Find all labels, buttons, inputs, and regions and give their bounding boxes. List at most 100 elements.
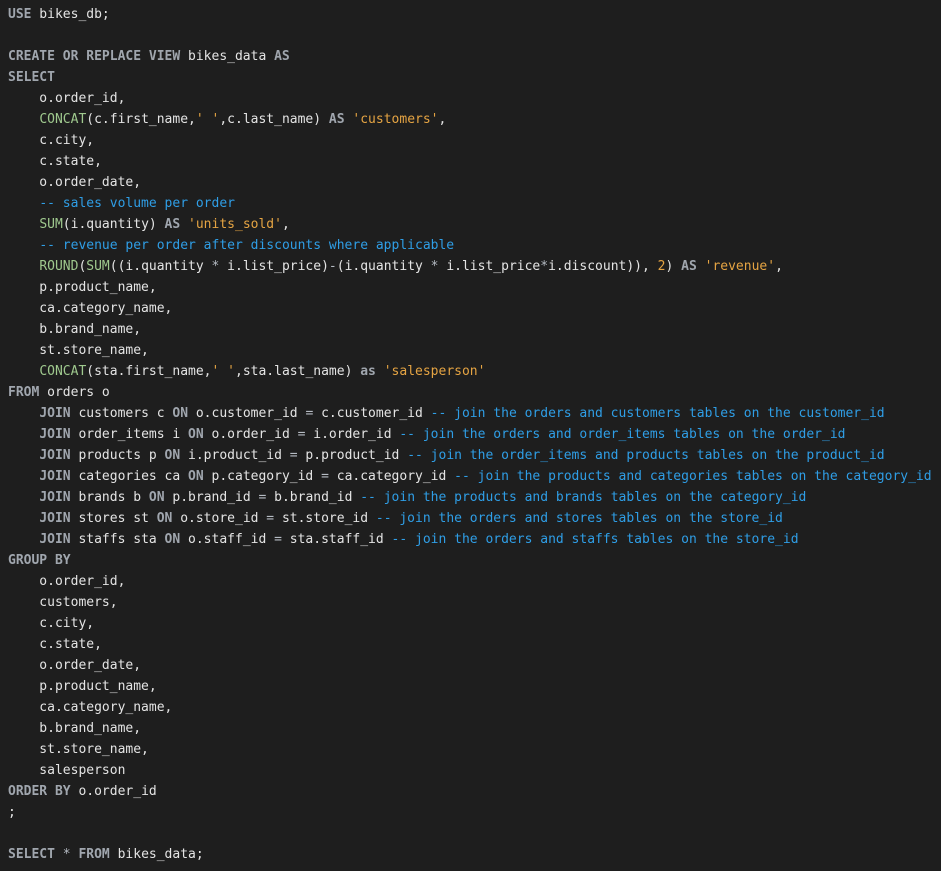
code-line[interactable]: ROUND(SUM((i.quantity * i.list_price)-(i…: [8, 256, 941, 277]
code-line[interactable]: c.state,: [8, 634, 941, 655]
code-line[interactable]: [8, 823, 941, 844]
code-line[interactable]: FROM orders o: [8, 382, 941, 403]
code-line[interactable]: c.city,: [8, 130, 941, 151]
token-code-text: i.product_id: [180, 448, 290, 463]
code-line[interactable]: ca.category_name,: [8, 697, 941, 718]
code-line[interactable]: JOIN order_items i ON o.order_id = i.ord…: [8, 424, 941, 445]
token-code-text: [8, 427, 39, 442]
token-code-text: o.order_date,: [8, 175, 142, 190]
code-line[interactable]: customers,: [8, 592, 941, 613]
token-keyword: SELECT: [8, 70, 55, 85]
token-code-text: o.order_date,: [8, 658, 142, 673]
token-code-text: p.product_name,: [8, 679, 157, 694]
token-operator: =: [266, 511, 275, 526]
code-line[interactable]: SUM(i.quantity) AS 'units_sold',: [8, 214, 941, 235]
token-comment: -- join the order_items and products tab…: [407, 448, 885, 463]
token-code-text: categories ca: [70, 469, 189, 484]
token-code-text: ): [665, 259, 682, 274]
code-line[interactable]: o.order_date,: [8, 172, 941, 193]
code-line[interactable]: JOIN customers c ON o.customer_id = c.cu…: [8, 403, 941, 424]
token-code-text: o.customer_id: [188, 406, 306, 421]
token-code-text: products p: [70, 448, 165, 463]
token-operator: -: [328, 259, 337, 274]
code-line[interactable]: b.brand_name,: [8, 718, 941, 739]
token-code-text: p.product_id: [297, 448, 408, 463]
code-line[interactable]: JOIN categories ca ON p.category_id = ca…: [8, 466, 941, 487]
token-code-text: p.product_name,: [8, 280, 157, 295]
token-keyword: ORDER BY: [8, 784, 71, 799]
token-comment: -- join the orders and staffs tables on …: [391, 532, 799, 547]
token-function-name: SUM: [39, 217, 63, 232]
code-line[interactable]: JOIN brands b ON p.brand_id = b.brand_id…: [8, 487, 941, 508]
token-keyword: JOIN: [39, 532, 71, 547]
code-line[interactable]: GROUP BY: [8, 550, 941, 571]
token-code-text: order_items i: [70, 427, 189, 442]
code-line[interactable]: ORDER BY o.order_id: [8, 781, 941, 802]
token-code-text: [376, 364, 384, 379]
token-code-text: i.order_id: [305, 427, 400, 442]
token-keyword: ON: [164, 448, 181, 463]
code-line[interactable]: CONCAT(sta.first_name,' ',sta.last_name)…: [8, 361, 941, 382]
token-function-name: CONCAT: [39, 364, 87, 379]
token-code-text: [8, 511, 39, 526]
token-code-text: bikes_data;: [109, 847, 204, 862]
token-operator: =: [289, 448, 298, 463]
token-operator: =: [274, 532, 282, 547]
code-line[interactable]: o.order_id,: [8, 88, 941, 109]
code-line[interactable]: JOIN products p ON i.product_id = p.prod…: [8, 445, 941, 466]
code-line[interactable]: CONCAT(c.first_name,' ',c.last_name) AS …: [8, 109, 941, 130]
token-code-text: orders o: [39, 385, 110, 400]
code-line[interactable]: o.order_date,: [8, 655, 941, 676]
token-string-literal: ' ': [195, 112, 220, 127]
code-line[interactable]: -- sales volume per order: [8, 193, 941, 214]
token-code-text: o.order_id: [203, 427, 298, 442]
code-line[interactable]: c.state,: [8, 151, 941, 172]
token-code-text: st.store_id: [274, 511, 376, 526]
code-line[interactable]: SELECT: [8, 67, 941, 88]
token-code-text: [8, 406, 39, 421]
token-comment: -- join the orders and stores tables on …: [375, 511, 783, 526]
token-code-text: ,c.last_name): [219, 112, 329, 127]
token-code-text: [8, 196, 39, 211]
code-line[interactable]: p.product_name,: [8, 676, 941, 697]
code-line[interactable]: SELECT * FROM bikes_data;: [8, 844, 941, 865]
token-code-text: bikes_db;: [31, 7, 110, 22]
token-code-text: stores st: [70, 511, 157, 526]
token-code-text: [8, 364, 39, 379]
token-function-name: SUM: [86, 259, 110, 274]
token-keyword: ON: [148, 490, 165, 505]
code-line[interactable]: CREATE OR REPLACE VIEW bikes_data AS: [8, 46, 941, 67]
code-line[interactable]: [8, 25, 941, 46]
token-comment: -- join the products and brands tables o…: [360, 490, 807, 505]
code-line[interactable]: salesperson: [8, 760, 941, 781]
code-line[interactable]: c.city,: [8, 613, 941, 634]
token-keyword: ON: [188, 427, 204, 442]
token-code-text: p.brand_id: [164, 490, 259, 505]
code-line[interactable]: b.brand_name,: [8, 319, 941, 340]
token-code-text: ca.category_id: [328, 469, 455, 484]
token-code-text: ca.category_name,: [8, 700, 173, 715]
token-keyword: JOIN: [39, 469, 71, 484]
token-code-text: (sta.first_name,: [86, 364, 212, 379]
code-line[interactable]: ca.category_name,: [8, 298, 941, 319]
code-line[interactable]: o.order_id,: [8, 571, 941, 592]
token-code-text: [180, 217, 188, 232]
token-keyword: FROM: [8, 385, 40, 400]
code-editor[interactable]: USE bikes_db; CREATE OR REPLACE VIEW bike…: [0, 4, 941, 865]
code-line[interactable]: p.product_name,: [8, 277, 941, 298]
code-line[interactable]: JOIN staffs sta ON o.staff_id = sta.staf…: [8, 529, 941, 550]
token-code-text: i.list_price): [219, 259, 329, 274]
code-line[interactable]: st.store_name,: [8, 340, 941, 361]
token-comment: -- join the orders and order_items table…: [399, 427, 846, 442]
code-line[interactable]: st.store_name,: [8, 739, 941, 760]
code-line[interactable]: -- revenue per order after discounts whe…: [8, 235, 941, 256]
code-line[interactable]: USE bikes_db;: [8, 4, 941, 25]
token-keyword: ON: [172, 406, 189, 421]
token-code-text: staffs sta: [70, 532, 165, 547]
token-keyword: JOIN: [39, 490, 71, 505]
code-line[interactable]: JOIN stores st ON o.store_id = st.store_…: [8, 508, 941, 529]
token-keyword: GROUP BY: [8, 553, 71, 568]
token-code-text: ,sta.last_name): [235, 364, 361, 379]
code-line[interactable]: ;: [8, 802, 941, 823]
token-code-text: [697, 259, 705, 274]
